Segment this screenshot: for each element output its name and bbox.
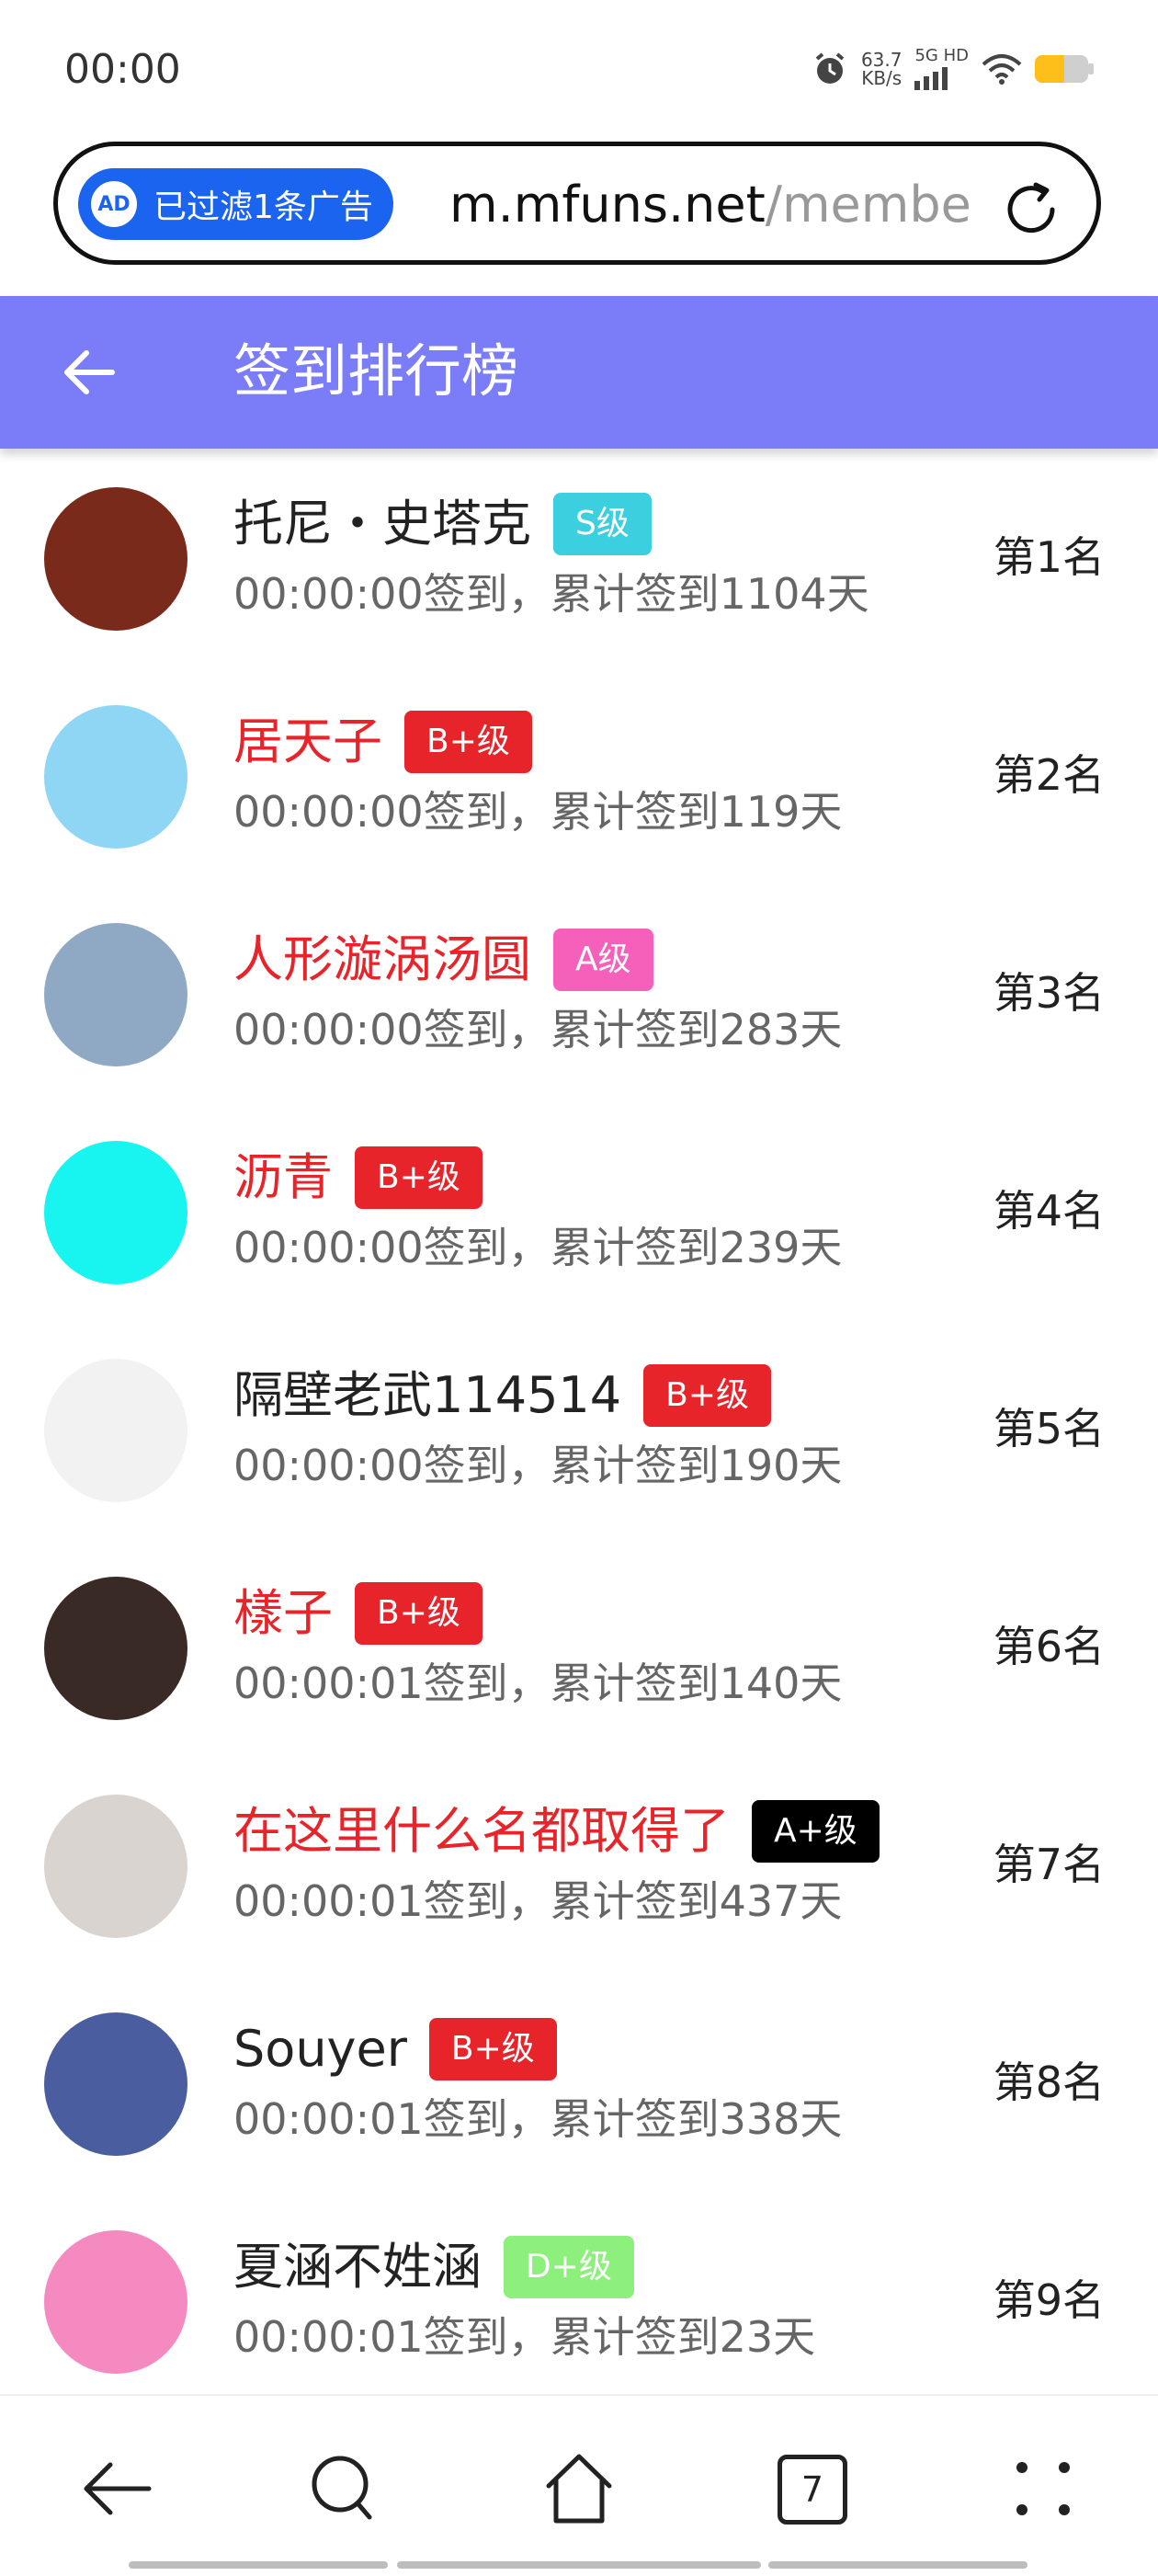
rank-label: 第8名 (993, 2057, 1105, 2107)
list-item[interactable]: 人形漩涡汤圆 A级 00:00:00签到，累计签到283天 第3名 (0, 899, 1158, 1117)
ad-filter-pill[interactable]: AD 已过滤1条广告 (78, 168, 393, 240)
list-item[interactable]: 在这里什么名都取得了 A+级 00:00:01签到，累计签到437天 第7名 (0, 1771, 1158, 1989)
level-badge: B+级 (355, 1146, 482, 1209)
name-line: 夏涵不姓涵 D+级 (233, 2230, 634, 2304)
username[interactable]: 夏涵不姓涵 (233, 2235, 482, 2299)
list-item[interactable]: Souyer B+级 00:00:01签到，累计签到338天 第8名 (0, 1989, 1158, 2206)
level-badge: D+级 (504, 2236, 634, 2298)
level-badge: B+级 (643, 1364, 772, 1427)
app-header: 签到排行榜 (0, 296, 1158, 449)
checkin-detail: 00:00:00签到，累计签到190天 (233, 1441, 843, 1490)
checkin-detail: 00:00:01签到，累计签到23天 (233, 2312, 816, 2362)
net-speed-unit: KB/s (861, 67, 903, 89)
avatar[interactable] (44, 923, 187, 1066)
checkin-detail: 00:00:01签到，累计签到437天 (233, 1876, 843, 1926)
name-line: 居天子 B+级 (233, 705, 532, 779)
username[interactable]: 托尼・史塔克 (233, 492, 531, 556)
name-line: Souyer B+级 (233, 2012, 557, 2086)
list-item[interactable]: 托尼・史塔克 S级 00:00:00签到，累计签到1104天 第1名 (0, 463, 1158, 681)
level-badge: B+级 (428, 2018, 557, 2080)
address-bar[interactable]: AD 已过滤1条广告 m.mfuns.net/membe (53, 142, 1101, 265)
level-badge: A级 (553, 929, 653, 991)
rank-label: 第2名 (993, 750, 1105, 800)
url-text[interactable]: m.mfuns.net/membe (449, 172, 1010, 238)
net-speed: 63.7 KB/s (861, 51, 903, 87)
avatar[interactable] (44, 2012, 187, 2156)
tabs-count: 7 (778, 2455, 847, 2525)
checkin-detail: 00:00:00签到，累计签到1104天 (233, 569, 869, 619)
rank-label: 第7名 (993, 1840, 1105, 1889)
rank-label: 第4名 (993, 1186, 1105, 1236)
signal-bars-icon (914, 64, 969, 90)
url-path: /membe (765, 176, 971, 234)
rank-label: 第3名 (993, 968, 1105, 1018)
checkin-detail: 00:00:01签到，累计签到140天 (233, 1658, 843, 1708)
name-line: 樣子 B+级 (233, 1577, 482, 1650)
list-item[interactable]: 隔壁老武114514 B+级 00:00:00签到，累计签到190天 第5名 (0, 1335, 1158, 1553)
username[interactable]: 人形漩涡汤圆 (233, 928, 531, 992)
reload-icon[interactable] (999, 177, 1063, 242)
level-badge: B+级 (355, 1582, 482, 1645)
username[interactable]: 在这里什么名都取得了 (233, 1799, 730, 1864)
net-speed-value: 63.7 (860, 49, 903, 71)
username[interactable]: Souyer (233, 2017, 407, 2081)
level-badge: S级 (553, 493, 652, 555)
page-title: 签到排行榜 (233, 337, 519, 405)
nav-back-icon[interactable] (75, 2447, 158, 2530)
rank-label: 第9名 (993, 2275, 1105, 2325)
ad-block-icon: AD (91, 181, 137, 227)
ranking-list: 托尼・史塔克 S级 00:00:00签到，累计签到1104天 第1名居天子 B+级 00:… (0, 463, 1158, 2424)
nav-home-icon[interactable] (538, 2447, 620, 2530)
alarm-icon (815, 52, 845, 84)
nav-menu-icon[interactable] (1002, 2447, 1084, 2530)
level-badge: B+级 (404, 711, 532, 773)
list-item[interactable]: 夏涵不姓涵 D+级 00:00:01签到，累计签到23天 第9名 (0, 2206, 1158, 2424)
rank-label: 第1名 (993, 532, 1105, 582)
list-item[interactable]: 沥青 B+级 00:00:00签到，累计签到239天 第4名 (0, 1117, 1158, 1335)
avatar[interactable] (44, 487, 187, 631)
nav-tabs-button[interactable]: 7 (770, 2447, 853, 2530)
checkin-detail: 00:00:00签到，累计签到119天 (233, 787, 843, 837)
rank-label: 第6名 (993, 1622, 1105, 1671)
status-time: 00:00 (64, 46, 181, 93)
name-line: 隔壁老武114514 B+级 (233, 1359, 772, 1432)
avatar[interactable] (44, 1359, 187, 1502)
url-host: m.mfuns.net (449, 176, 766, 234)
bottom-navigation: 7 (0, 2394, 1158, 2576)
signal-group: 5G HD (914, 48, 969, 90)
username[interactable]: 樣子 (233, 1581, 333, 1646)
username[interactable]: 沥青 (233, 1146, 333, 1210)
name-line: 人形漩涡汤圆 A级 (233, 923, 653, 997)
nav-search-icon[interactable] (303, 2447, 386, 2530)
network-type: 5G HD (914, 46, 969, 65)
status-bar: 00:00 63.7 KB/s 5G HD (0, 0, 1158, 138)
rank-label: 第5名 (993, 1404, 1105, 1453)
name-line: 沥青 B+级 (233, 1141, 482, 1214)
ad-filter-label: 已过滤1条广告 (153, 188, 373, 226)
avatar[interactable] (44, 1577, 187, 1720)
username[interactable]: 居天子 (233, 710, 382, 774)
avatar[interactable] (44, 705, 187, 849)
back-arrow-icon[interactable] (59, 342, 119, 403)
list-item[interactable]: 樣子 B+级 00:00:01签到，累计签到140天 第6名 (0, 1553, 1158, 1771)
battery-icon (1035, 55, 1094, 83)
checkin-detail: 00:00:00签到，累计签到283天 (233, 1005, 843, 1054)
username[interactable]: 隔壁老武114514 (233, 1363, 621, 1428)
gesture-handle (768, 2561, 1027, 2569)
name-line: 托尼・史塔克 S级 (233, 487, 652, 561)
checkin-detail: 00:00:01签到，累计签到338天 (233, 2094, 843, 2144)
checkin-detail: 00:00:00签到，累计签到239天 (233, 1223, 843, 1272)
name-line: 在这里什么名都取得了 A+级 (233, 1795, 880, 1868)
avatar[interactable] (44, 2230, 187, 2374)
gesture-handle (397, 2561, 761, 2569)
level-badge: A+级 (752, 1800, 880, 1863)
avatar[interactable] (44, 1141, 187, 1284)
list-item[interactable]: 居天子 B+级 00:00:00签到，累计签到119天 第2名 (0, 681, 1158, 899)
status-icons: 63.7 KB/s 5G HD (812, 48, 1094, 90)
gesture-handle (129, 2561, 388, 2569)
avatar[interactable] (44, 1795, 187, 1938)
wifi-icon (982, 54, 1022, 85)
